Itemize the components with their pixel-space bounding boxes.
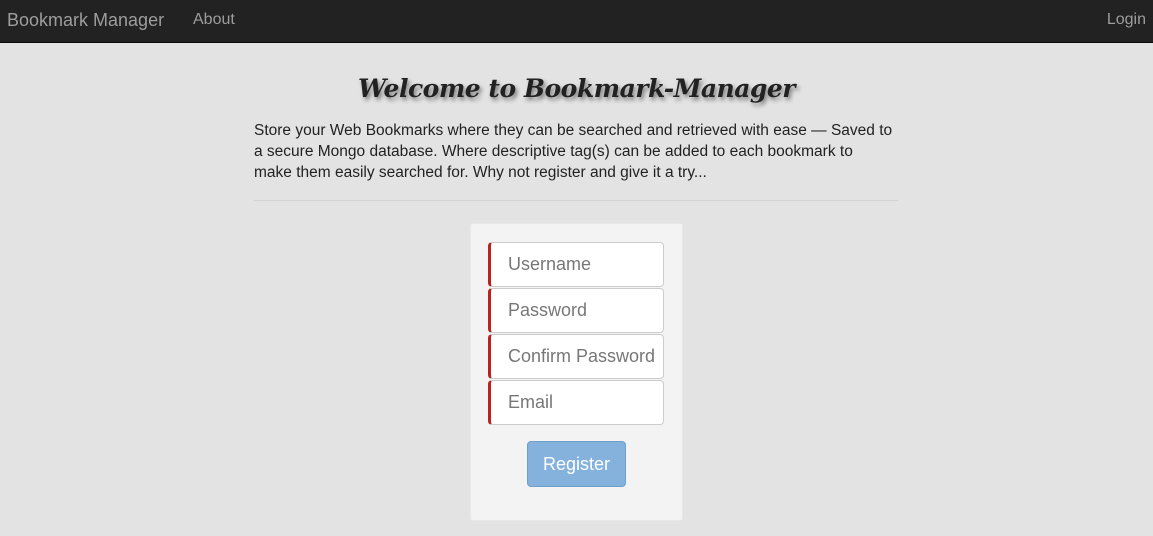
divider <box>254 200 898 201</box>
nav-login-link[interactable]: Login <box>1107 11 1146 29</box>
page-title: Welcome to Bookmark-Manager <box>358 74 795 103</box>
password-field[interactable] <box>488 288 664 333</box>
email-field[interactable] <box>488 380 664 425</box>
navbar: Bookmark Manager About Login <box>0 0 1153 43</box>
brand-link[interactable]: Bookmark Manager <box>7 10 164 31</box>
register-button[interactable]: Register <box>527 441 626 487</box>
nav-about-link[interactable]: About <box>193 11 235 29</box>
confirm-password-field[interactable] <box>488 334 664 379</box>
intro-text: Store your Web Bookmarks where they can … <box>254 122 893 181</box>
username-field[interactable] <box>488 242 664 287</box>
